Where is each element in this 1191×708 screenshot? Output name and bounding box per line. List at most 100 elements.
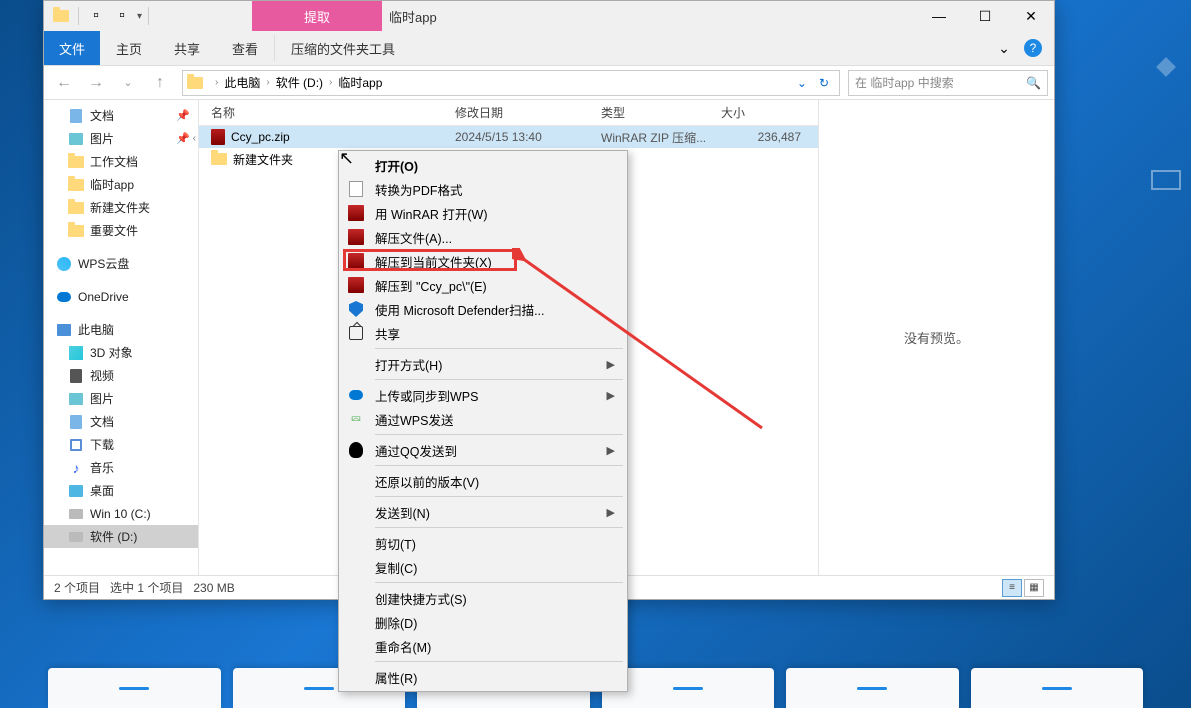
navigation-pane: 文档📌 图片📌‹ 工作文档 临时app 新建文件夹 重要文件 WPS云盘 One… (44, 100, 199, 575)
forward-button[interactable]: → (82, 70, 110, 96)
pdf-icon (347, 180, 365, 198)
status-selected: 选中 1 个项目 (110, 579, 183, 596)
ctx-winrar-open[interactable]: 用 WinRAR 打开(W) (341, 201, 625, 225)
preview-pane: 没有预览。 (818, 100, 1054, 575)
ctx-cut[interactable]: 剪切(T) (341, 531, 625, 555)
view-icons-button[interactable]: ▦ (1024, 579, 1044, 597)
breadcrumb-part[interactable]: 此电脑 (224, 74, 260, 91)
ctx-share[interactable]: 共享 (341, 321, 625, 345)
close-button[interactable]: ✕ (1008, 1, 1054, 31)
winrar-icon (347, 252, 365, 270)
back-button[interactable]: ← (50, 70, 78, 96)
maximize-button[interactable]: ☐ (962, 1, 1008, 31)
qq-icon (347, 441, 365, 459)
view-details-button[interactable]: ≡ (1002, 579, 1022, 597)
cloud-icon (347, 386, 365, 404)
column-type[interactable]: 类型 (601, 104, 721, 121)
submenu-arrow-icon: ▶ (607, 444, 615, 457)
submenu-arrow-icon: ▶ (607, 358, 615, 371)
sidebar-item-drive-c[interactable]: Win 10 (C:) (44, 502, 198, 525)
sidebar-item-wps[interactable]: WPS云盘 (44, 252, 198, 275)
ctx-pdf[interactable]: 转换为PDF格式 (341, 177, 625, 201)
ctx-prev-versions[interactable]: 还原以前的版本(V) (341, 469, 625, 493)
sidebar-item-documents[interactable]: 文档📌 (44, 104, 198, 127)
pin-icon: 📌 (176, 132, 190, 145)
winrar-icon (347, 228, 365, 246)
sidebar-item-desktop[interactable]: 桌面 (44, 479, 198, 502)
help-icon[interactable]: ? (1024, 39, 1042, 57)
ctx-qq-send[interactable]: 通过QQ发送到▶ (341, 438, 625, 462)
ribbon-expand-icon[interactable]: ⌄ (994, 38, 1014, 58)
ctx-properties[interactable]: 属性(R) (341, 665, 625, 689)
ctx-shortcut[interactable]: 创建快捷方式(S) (341, 586, 625, 610)
ctx-open[interactable]: 打开(O) (341, 153, 625, 177)
sidebar-item[interactable]: 临时app (44, 173, 198, 196)
tab-share[interactable]: 共享 (158, 31, 216, 65)
taskbar-card[interactable] (971, 668, 1144, 708)
column-name[interactable]: 名称 (199, 104, 455, 121)
column-headers: 名称 修改日期 类型 大小 (199, 100, 818, 126)
minimize-button[interactable]: — (916, 1, 962, 31)
status-item-count: 2 个项目 (54, 579, 100, 596)
ctx-rename[interactable]: 重命名(M) (341, 634, 625, 658)
taskbar-card[interactable] (48, 668, 221, 708)
breadcrumb-part[interactable]: 软件 (D:) (276, 74, 323, 91)
folder-icon (187, 77, 203, 89)
refresh-icon[interactable]: ↻ (813, 76, 835, 90)
file-row[interactable]: Ccy_pc.zip 2024/5/15 13:40 WinRAR ZIP 压缩… (199, 126, 818, 148)
sidebar-item[interactable]: 重要文件 (44, 219, 198, 242)
folder-icon (211, 153, 227, 165)
ctx-copy[interactable]: 复制(C) (341, 555, 625, 579)
ctx-extract-here[interactable]: 解压到当前文件夹(X) (341, 249, 625, 273)
dropdown-icon[interactable]: ⌄ (791, 76, 813, 90)
ctx-extract-files[interactable]: 解压文件(A)... (341, 225, 625, 249)
tab-home[interactable]: 主页 (100, 31, 158, 65)
winrar-icon (347, 204, 365, 222)
column-size[interactable]: 大小 (721, 104, 801, 121)
zip-icon (211, 129, 225, 145)
pin-icon: 📌 (176, 109, 190, 122)
sidebar-item[interactable]: 工作文档 (44, 150, 198, 173)
sidebar-item[interactable]: 新建文件夹 (44, 196, 198, 219)
folder-icon (50, 5, 72, 27)
submenu-arrow-icon: ▶ (607, 389, 615, 402)
sidebar-item-drive-d[interactable]: 软件 (D:) (44, 525, 198, 548)
search-input[interactable]: 在 临时app 中搜索 🔍 (848, 70, 1048, 96)
sidebar-item-thispc[interactable]: 此电脑 (44, 318, 198, 341)
ctx-open-with[interactable]: 打开方式(H)▶ (341, 352, 625, 376)
sidebar-item-3d[interactable]: 3D 对象 (44, 341, 198, 364)
breadcrumb-part[interactable]: 临时app (338, 74, 382, 91)
search-icon[interactable]: 🔍 (1026, 76, 1041, 90)
sidebar-item-pictures[interactable]: 图片📌‹ (44, 127, 198, 150)
qat-button[interactable]: ▫ (85, 5, 107, 27)
qat-dropdown[interactable]: ▾ (137, 11, 142, 22)
ctx-extract-to[interactable]: 解压到 "Ccy_pc\"(E) (341, 273, 625, 297)
sidebar-item-documents[interactable]: 文档 (44, 410, 198, 433)
quick-access-toolbar: ▫ ▫ ▾ (44, 5, 157, 27)
context-menu: 打开(O) 转换为PDF格式 用 WinRAR 打开(W) 解压文件(A)...… (338, 150, 628, 692)
ctx-defender[interactable]: 使用 Microsoft Defender扫描... (341, 297, 625, 321)
share-icon (347, 324, 365, 342)
status-size: 230 MB (193, 581, 234, 595)
sidebar-item-music[interactable]: ♪音乐 (44, 456, 198, 479)
sidebar-item-pictures[interactable]: 图片 (44, 387, 198, 410)
send-icon: ⮹ (347, 410, 365, 428)
qat-button[interactable]: ▫ (111, 5, 133, 27)
sidebar-item-downloads[interactable]: 下载 (44, 433, 198, 456)
taskbar-card[interactable] (786, 668, 959, 708)
ctx-send-to[interactable]: 发送到(N)▶ (341, 500, 625, 524)
up-button[interactable]: ↑ (146, 70, 174, 96)
sidebar-item-onedrive[interactable]: OneDrive (44, 285, 198, 308)
ctx-wps-send[interactable]: ⮹通过WPS发送 (341, 407, 625, 431)
titlebar: ▫ ▫ ▾ 提取 临时app — ☐ ✕ 文件 主页 共享 查看 压缩的文件夹工… (44, 1, 1054, 66)
ctx-wps-upload[interactable]: 上传或同步到WPS▶ (341, 383, 625, 407)
recent-dropdown[interactable]: ⌄ (114, 70, 142, 96)
tab-file[interactable]: 文件 (44, 31, 100, 65)
column-date[interactable]: 修改日期 (455, 104, 601, 121)
breadcrumb[interactable]: › 此电脑 › 软件 (D:) › 临时app ⌄ ↻ (182, 70, 840, 96)
ctx-delete[interactable]: 删除(D) (341, 610, 625, 634)
winrar-icon (347, 276, 365, 294)
tab-compressed-tools[interactable]: 压缩的文件夹工具 (275, 31, 411, 65)
tab-view[interactable]: 查看 (216, 31, 274, 65)
sidebar-item-videos[interactable]: 视频 (44, 364, 198, 387)
